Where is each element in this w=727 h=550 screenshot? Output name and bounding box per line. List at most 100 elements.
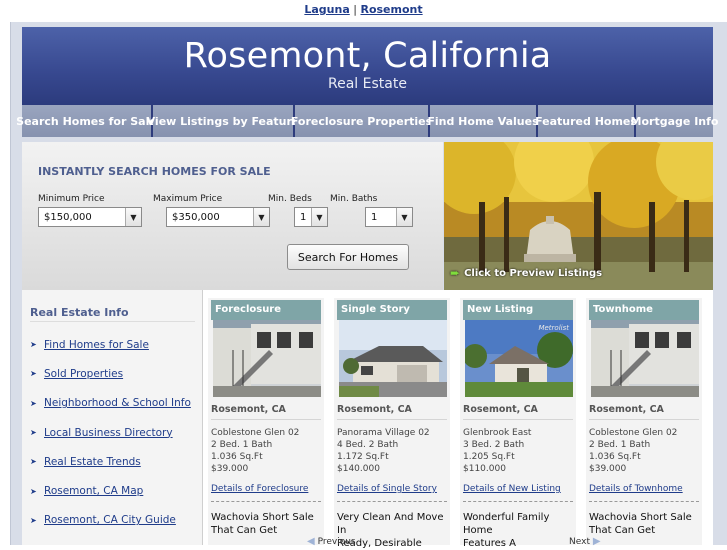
site-banner: Rosemont, California	[22, 27, 713, 105]
pager: ◀ Previous Next ▶	[203, 536, 713, 547]
top-links-separator: |	[353, 3, 357, 16]
listing-dashed-divider	[211, 501, 321, 502]
sidebar-heading: Real Estate Info	[30, 306, 129, 319]
listing-price: $140.000	[337, 464, 380, 474]
listing-divider	[211, 419, 321, 420]
min-price-select[interactable]: $150,000 ▼	[38, 207, 142, 227]
details-link[interactable]: Details of Foreclosure	[211, 484, 308, 494]
bullet-arrow-icon: ➤	[30, 369, 37, 379]
nav-search-homes[interactable]: Search Homes for Sale	[16, 105, 157, 137]
listing-name: Panorama Village 02	[337, 428, 430, 438]
chevron-down-icon: ▼	[396, 208, 412, 226]
sidebar-item-label: Find Homes for Sale	[44, 338, 149, 351]
sidebar: Real Estate Info ➤ Find Homes for Sale ➤ S…	[22, 290, 203, 545]
listing-beds-baths: 2 Bed. 1 Bath	[589, 440, 651, 450]
listing-info: Panorama Village 02 4 Bed. 2 Bath 1.172 …	[337, 427, 430, 475]
laguna-link[interactable]: Laguna	[304, 3, 349, 16]
listing-beds-baths: 3 Bed. 2 Bath	[463, 440, 525, 450]
min-baths-value: 1	[371, 211, 378, 223]
listing-location: Rosemont, CA	[463, 404, 538, 415]
max-price-select[interactable]: $350,000 ▼	[166, 207, 270, 227]
listing-photo[interactable]: Metrolist	[465, 320, 573, 397]
preview-listings-link[interactable]: ➨ Click to Preview Listings	[450, 266, 602, 280]
featured-photo[interactable]: ➨ Click to Preview Listings	[444, 142, 713, 290]
search-panel: INSTANTLY SEARCH HOMES FOR SALE Minimum …	[22, 142, 443, 290]
site-title: Rosemont, California	[183, 36, 552, 76]
sidebar-item-sold-properties[interactable]: ➤ Sold Properties	[30, 359, 191, 388]
bullet-arrow-icon: ➤	[30, 340, 37, 350]
details-link[interactable]: Details of Single Story	[337, 484, 437, 494]
max-price-value: $350,000	[172, 211, 220, 223]
sidebar-item-label: Real Estate Trends	[44, 455, 141, 468]
play-arrow-icon: ➨	[450, 266, 461, 280]
sidebar-item-trends[interactable]: ➤ Real Estate Trends	[30, 447, 191, 476]
listing-dashed-divider	[463, 501, 573, 502]
listing-divider	[463, 419, 573, 420]
listing-badge: Townhome	[589, 300, 699, 320]
chevron-down-icon: ▼	[253, 208, 269, 226]
min-beds-select[interactable]: 1 ▼	[294, 207, 328, 227]
listing-price: $110.000	[463, 464, 506, 474]
previous-button[interactable]: ◀ Previous	[307, 536, 356, 547]
townhouse-image	[213, 320, 321, 397]
listing-divider	[337, 419, 447, 420]
min-price-label: Minimum Price	[38, 194, 105, 204]
sidebar-item-map[interactable]: ➤ Rosemont, CA Map	[30, 476, 191, 505]
sidebar-item-find-homes[interactable]: ➤ Find Homes for Sale	[30, 330, 191, 359]
sidebar-item-business-directory[interactable]: ➤ Local Business Directory	[30, 418, 191, 447]
listing-desc-line1: Very Clean And Move In	[337, 512, 444, 536]
nav-featured-homes[interactable]: Featured Homes	[535, 105, 637, 137]
listing-location: Rosemont, CA	[211, 404, 286, 415]
sidebar-item-label: Local Business Directory	[44, 426, 173, 439]
min-baths-select[interactable]: 1 ▼	[365, 207, 413, 227]
sidebar-item-city-guide[interactable]: ➤ Rosemont, CA City Guide	[30, 506, 191, 535]
site-subtitle: Real Estate	[328, 76, 407, 92]
nav-foreclosure[interactable]: Foreclosure Properties	[291, 105, 432, 137]
listing-dashed-divider	[337, 501, 447, 502]
sidebar-item-label: Rosemont, CA City Guide	[44, 514, 176, 527]
min-price-value: $150,000	[44, 211, 92, 223]
listing-name: Coblestone Glen 02	[589, 428, 678, 438]
listing-dashed-divider	[589, 501, 699, 502]
nav-view-listings[interactable]: View Listings by Feature	[147, 105, 299, 137]
top-links: Laguna | Rosemont	[0, 3, 727, 16]
listing-beds-baths: 2 Bed. 1 Bath	[211, 440, 273, 450]
triangle-right-icon: ▶	[592, 536, 601, 547]
listing-sqft: 1.205 Sq.Ft	[463, 452, 515, 462]
listing-info: Glenbrook East 3 Bed. 2 Bath 1.205 Sq.Ft…	[463, 427, 531, 475]
townhouse-image	[591, 320, 699, 397]
sidebar-divider	[30, 321, 195, 322]
sidebar-item-label: Sold Properties	[44, 367, 124, 380]
listing-price: $39.000	[589, 464, 627, 474]
details-link[interactable]: Details of New Listing	[463, 484, 561, 494]
main-nav: Search Homes for Sale View Listings by F…	[16, 105, 718, 137]
search-for-homes-button[interactable]: Search For Homes	[287, 244, 409, 270]
listing-badge: Foreclosure	[211, 300, 321, 320]
listing-sqft: 1.172 Sq.Ft	[337, 452, 389, 462]
max-price-label: Maximum Price	[153, 194, 223, 204]
next-button[interactable]: Next ▶	[569, 536, 601, 547]
listing-description: Wachovia Short Sale That Can Get	[211, 511, 323, 537]
listing-photo[interactable]	[339, 320, 447, 397]
listing-description: Wachovia Short Sale That Can Get	[589, 511, 701, 537]
sidebar-item-neighborhood[interactable]: ➤ Neighborhood & School Info	[30, 389, 191, 418]
listing-badge: New Listing	[463, 300, 573, 320]
chevron-down-icon: ▼	[311, 208, 327, 226]
listing-cards: Foreclosure Rosemont, CA Coblestone Glen…	[203, 290, 713, 549]
details-link[interactable]: Details of Townhome	[589, 484, 683, 494]
nav-home-values[interactable]: Find Home Values	[427, 105, 539, 137]
listing-badge: Single Story	[337, 300, 447, 320]
chevron-down-icon: ▼	[125, 208, 141, 226]
listing-photo[interactable]	[591, 320, 699, 397]
sidebar-links: ➤ Find Homes for Sale ➤ Sold Properties ➤ N…	[30, 330, 191, 535]
nav-mortgage-info[interactable]: Mortgage Info	[631, 105, 718, 137]
listing-desc-line1: Wonderful Family Home	[463, 512, 550, 536]
listing-desc-line1: Wachovia Short Sale	[589, 512, 692, 523]
rosemont-link[interactable]: Rosemont	[360, 3, 422, 16]
previous-label: Previous	[317, 537, 356, 547]
sidebar-item-label: Neighborhood & School Info	[44, 397, 191, 410]
listing-beds-baths: 4 Bed. 2 Bath	[337, 440, 399, 450]
listing-sqft: 1.036 Sq.Ft	[211, 452, 263, 462]
listing-photo[interactable]	[213, 320, 321, 397]
listing-location: Rosemont, CA	[589, 404, 664, 415]
